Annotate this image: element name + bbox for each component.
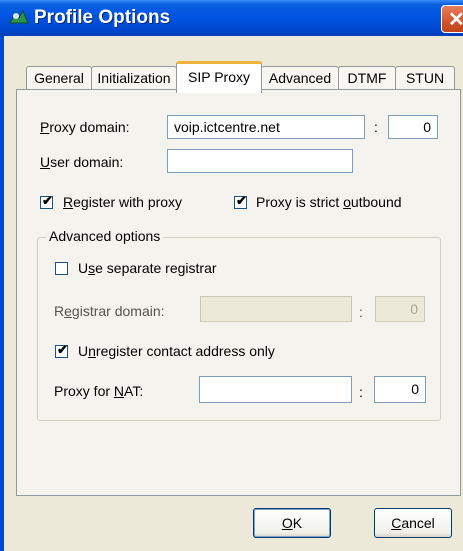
tab-advanced[interactable]: Advanced xyxy=(261,66,339,90)
cancel-button[interactable]: Cancel xyxy=(374,508,452,538)
checkmark-icon: ✔ xyxy=(236,193,247,208)
register-with-proxy-label: Register with proxy xyxy=(63,194,183,210)
ok-button[interactable]: OK xyxy=(253,508,331,538)
tab-sip-proxy[interactable]: SIP Proxy xyxy=(176,61,262,93)
window-title: Profile Options xyxy=(34,7,171,28)
title-bar: Profile Options ✕ xyxy=(0,0,463,36)
user-domain-label: User domain: xyxy=(40,154,124,170)
advanced-options-group xyxy=(37,237,441,421)
colon-separator: : xyxy=(374,119,378,135)
user-domain-field[interactable] xyxy=(167,149,353,173)
proxy-domain-field[interactable]: voip.ictcentre.net xyxy=(167,115,365,139)
strict-outbound-checkbox[interactable]: ✔ xyxy=(234,193,247,209)
register-with-proxy-checkbox[interactable]: ✔ xyxy=(40,193,53,209)
window-frame-left xyxy=(0,36,4,551)
tab-general[interactable]: General xyxy=(26,66,92,90)
close-icon: ✕ xyxy=(448,9,463,31)
proxy-domain-label: Proxy domain: xyxy=(40,119,130,135)
checkmark-icon: ✔ xyxy=(42,193,53,208)
strict-outbound-label: Proxy is strict outbound xyxy=(256,194,402,210)
app-icon xyxy=(9,9,29,24)
tab-dtmf[interactable]: DTMF xyxy=(338,66,396,90)
tab-stun[interactable]: STUN xyxy=(395,66,455,90)
close-button[interactable]: ✕ xyxy=(441,5,463,33)
advanced-options-legend: Advanced options xyxy=(46,228,164,244)
proxy-port-field[interactable]: 0 xyxy=(388,115,438,139)
tab-initialization[interactable]: Initialization xyxy=(91,66,177,90)
